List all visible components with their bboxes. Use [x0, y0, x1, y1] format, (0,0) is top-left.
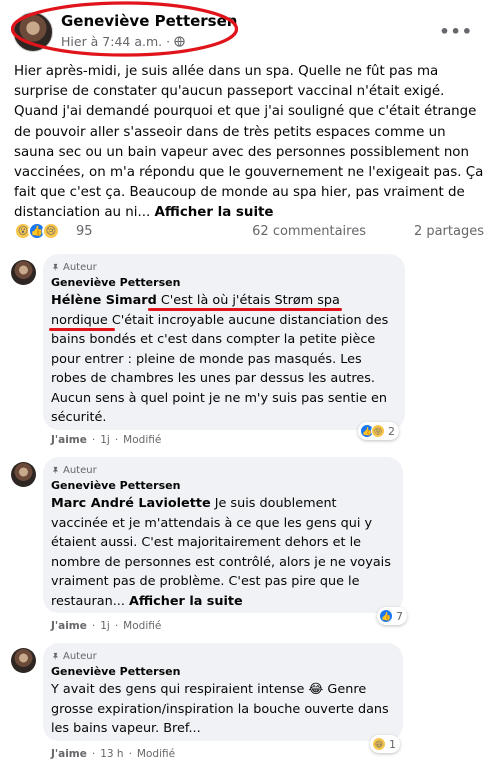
post-author-name[interactable]: Geneviève Pettersen	[61, 12, 237, 30]
comment-bubble: Auteur Geneviève Pettersen Y avait des g…	[43, 643, 403, 741]
more-icon[interactable]: •••	[439, 22, 473, 41]
comment-text: Marc André Laviolette Je suis doublement…	[51, 494, 395, 611]
comment-text: Y avait des gens qui respiraient intense…	[51, 682, 389, 736]
edited-label: Modifié	[136, 748, 176, 760]
edited-label: Modifié	[123, 434, 162, 446]
comment-body: Je suis doublement vaccinée et je m'atte…	[51, 496, 391, 609]
comment-time[interactable]: 1j	[100, 434, 110, 446]
like-button[interactable]: J'aime	[51, 434, 87, 446]
see-more-link[interactable]: Afficher la suite	[129, 594, 243, 609]
post-timestamp[interactable]: Hier à 7:44 a.m.	[61, 34, 162, 49]
post-header: Geneviève Pettersen Hier à 7:44 a.m. · •…	[0, 0, 495, 58]
mention[interactable]: Hélène Simard	[51, 293, 157, 308]
comment-reaction-count: 7	[396, 609, 403, 623]
comment-time[interactable]: 13 h	[100, 748, 123, 760]
comment-author[interactable]: Geneviève Pettersen	[51, 276, 397, 289]
post-text: Hier après-midi, je suis allée dans un s…	[14, 64, 484, 221]
comment-avatar[interactable]	[11, 260, 36, 285]
comment-avatar[interactable]	[11, 648, 36, 673]
author-tag-label: Auteur	[63, 464, 97, 476]
reactions-bar: 😮 👍 😢 95 62 commentaires 2 partages	[14, 222, 484, 244]
globe-icon	[174, 36, 185, 47]
reaction-icons[interactable]: 😮 👍 😢	[14, 222, 60, 240]
comment-reaction-count: 2	[388, 424, 395, 438]
author-badge: Auteur	[51, 463, 395, 477]
comment: Auteur Geneviève Pettersen Marc André La…	[0, 457, 495, 639]
comment-reactions[interactable]: 👍 😝 2	[358, 422, 399, 440]
comment-bubble: Auteur Geneviève Pettersen Hélène Simard…	[43, 254, 405, 430]
comment-actions: J'aime · 13 h · Modifié	[51, 748, 176, 760]
shares-count[interactable]: 2 partages	[414, 224, 484, 239]
mention[interactable]: Marc André Laviolette	[51, 496, 211, 511]
like-button[interactable]: J'aime	[51, 748, 87, 760]
post-body: Hier après-midi, je suis allée dans un s…	[14, 62, 488, 224]
avatar[interactable]	[13, 12, 53, 52]
comment-actions: J'aime · 1j · Modifié	[51, 620, 162, 632]
comment-body: C'est là où j'étais Strøm spa nordique C…	[51, 293, 389, 425]
meta-separator: ·	[166, 34, 171, 49]
comment-reactions[interactable]: 😆 1	[370, 735, 400, 753]
see-more-link[interactable]: Afficher la suite	[155, 205, 274, 220]
comment-bubble: Auteur Geneviève Pettersen Marc André La…	[43, 457, 403, 613]
comment-time[interactable]: 1j	[100, 620, 110, 632]
comment: Auteur Geneviève Pettersen Y avait des g…	[0, 643, 495, 769]
haha-reaction-icon: 😝	[371, 424, 385, 438]
author-badge: Auteur	[51, 649, 395, 663]
pin-icon	[52, 466, 59, 474]
comment-avatar[interactable]	[11, 462, 36, 487]
author-badge: Auteur	[51, 260, 397, 274]
edited-label: Modifié	[123, 620, 162, 632]
pin-icon	[52, 263, 59, 271]
haha-reaction-icon: 😆	[372, 737, 386, 751]
comment-author[interactable]: Geneviève Pettersen	[51, 665, 395, 678]
comment-actions: J'aime · 1j · Modifié	[51, 434, 162, 446]
comment-reactions[interactable]: 👍 7	[377, 607, 407, 625]
author-tag-label: Auteur	[63, 261, 97, 273]
pin-icon	[52, 652, 59, 660]
sad-reaction-icon: 😢	[42, 222, 60, 240]
like-reaction-icon: 👍	[379, 609, 393, 623]
comment-reaction-count: 1	[389, 737, 396, 751]
post-meta: Hier à 7:44 a.m. ·	[61, 34, 185, 49]
author-tag-label: Auteur	[63, 650, 97, 662]
comment: Auteur Geneviève Pettersen Hélène Simard…	[0, 254, 495, 450]
like-button[interactable]: J'aime	[51, 620, 87, 632]
annotation-underline	[148, 308, 342, 311]
comment-text: Hélène Simard C'est là où j'étais Strøm …	[51, 291, 397, 428]
comment-author[interactable]: Geneviève Pettersen	[51, 479, 395, 492]
annotation-underline	[49, 328, 115, 331]
comments-count[interactable]: 62 commentaires	[252, 224, 366, 239]
reaction-count[interactable]: 95	[76, 224, 93, 239]
